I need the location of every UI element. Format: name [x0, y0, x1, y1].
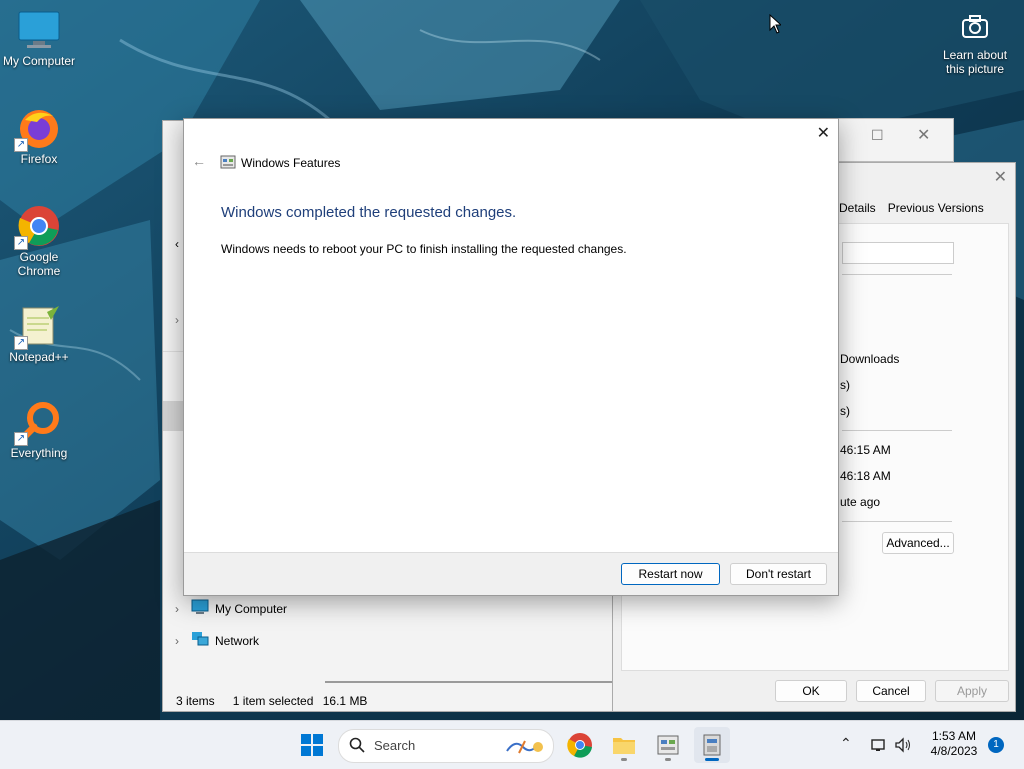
- desktop-icon-notepadpp[interactable]: ↗ Notepad++: [1, 304, 77, 364]
- taskbar-chrome[interactable]: [562, 727, 598, 763]
- monitor-icon: [191, 599, 209, 618]
- desktop-icon-label: Everything: [10, 446, 68, 460]
- dont-restart-button[interactable]: Don't restart: [730, 563, 827, 585]
- close-icon[interactable]: ✕: [917, 125, 930, 145]
- created-value: 46:15 AM: [840, 443, 891, 457]
- running-indicator: [665, 758, 671, 761]
- tree-item-label: Network: [215, 633, 260, 648]
- desktop-icon-firefox[interactable]: ↗ Firefox: [1, 106, 77, 166]
- shortcut-arrow-icon: ↗: [14, 336, 28, 350]
- windows-logo-icon: [301, 734, 323, 756]
- network-status-icon[interactable]: [870, 736, 888, 757]
- status-selected: 1 item selected: [232, 694, 314, 708]
- close-icon[interactable]: ✕: [994, 167, 1007, 187]
- divider: [842, 521, 952, 522]
- tab-previous-versions[interactable]: Previous Versions: [888, 201, 984, 215]
- clock[interactable]: 1:53 AM 4/8/2023: [924, 729, 984, 759]
- dialog-heading: Windows completed the requested changes.: [221, 204, 517, 221]
- taskbar: Search ⌃ 1:53 AM 4/8/2023 1: [0, 720, 1024, 769]
- clock-time: 1:53 AM: [931, 729, 977, 743]
- search-box[interactable]: Search: [338, 729, 554, 763]
- magnifier-icon: ↗: [14, 400, 61, 446]
- desktop-icon-everything[interactable]: ↗ Everything: [1, 400, 77, 460]
- shortcut-arrow-icon: ↗: [14, 236, 28, 250]
- modified-value: 46:18 AM: [840, 469, 891, 483]
- advanced-button[interactable]: Advanced...: [882, 532, 954, 554]
- divider: [163, 351, 185, 352]
- notification-badge[interactable]: 1: [988, 737, 1004, 753]
- status-size: 16.1 MB: [322, 694, 368, 708]
- learn-label: Learn about this picture: [942, 48, 1008, 76]
- restart-now-button[interactable]: Restart now: [621, 563, 720, 585]
- mouse-cursor-icon: [769, 13, 783, 37]
- search-highlight-icon: [505, 735, 547, 760]
- tab-details[interactable]: Details: [839, 201, 876, 215]
- running-indicator: [621, 758, 627, 761]
- chrome-icon: ↗: [14, 204, 61, 250]
- accessed-value: ute ago: [840, 495, 881, 509]
- tree-item-my-computer[interactable]: › My Computer: [175, 599, 287, 618]
- apply-button[interactable]: Apply: [935, 680, 1009, 702]
- dialog-title: Windows Features: [241, 156, 341, 170]
- windows-features-dialog: ✕ ← Windows Features Windows completed t…: [183, 118, 839, 596]
- learn-about-picture[interactable]: Learn about this picture: [936, 12, 1014, 76]
- name-field[interactable]: [842, 242, 954, 264]
- chevron-left-icon[interactable]: ‹: [175, 237, 179, 251]
- location-value: Downloads: [840, 352, 900, 366]
- taskbar-windows-features[interactable]: [650, 727, 686, 763]
- search-placeholder: Search: [374, 738, 416, 753]
- desktop-icon-label: Firefox: [20, 152, 58, 166]
- chevron-right-icon[interactable]: ›: [175, 313, 179, 327]
- start-button[interactable]: [294, 727, 330, 763]
- active-indicator: [705, 758, 719, 761]
- windows-features-icon: [220, 154, 236, 173]
- desktop-icon-label: Google Chrome: [17, 250, 61, 278]
- shortcut-arrow-icon: ↗: [14, 138, 28, 152]
- desktop-icon-chrome[interactable]: ↗ Google Chrome: [1, 204, 77, 278]
- clock-date: 4/8/2023: [930, 744, 978, 758]
- chevron-up-icon[interactable]: ⌃: [840, 735, 852, 752]
- notepadpp-icon: ↗: [14, 304, 61, 350]
- horizontal-scrollbar[interactable]: [325, 681, 615, 683]
- chevron-right-icon: ›: [175, 601, 179, 616]
- tree-item-network[interactable]: › Network: [175, 631, 259, 650]
- firefox-icon: ↗: [14, 106, 61, 152]
- shortcut-arrow-icon: ↗: [14, 432, 28, 446]
- divider: [842, 274, 952, 275]
- status-item-count: 3 items: [176, 694, 215, 708]
- divider: [842, 430, 952, 431]
- maximize-icon[interactable]: ☐: [871, 127, 884, 144]
- size-value: s): [840, 378, 850, 392]
- chevron-right-icon: ›: [175, 633, 179, 648]
- desktop-icon-my-computer[interactable]: My Computer: [1, 8, 77, 68]
- size-on-disk-value: s): [840, 404, 850, 418]
- camera-icon: [936, 12, 1014, 48]
- search-icon: [349, 737, 365, 756]
- chrome-icon: [567, 733, 592, 758]
- cancel-button[interactable]: Cancel: [856, 680, 926, 702]
- dialog-footer: Restart now Don't restart: [184, 552, 838, 595]
- taskbar-active-app[interactable]: [694, 727, 730, 763]
- volume-icon[interactable]: [894, 736, 912, 757]
- network-icon: [191, 631, 209, 650]
- close-icon[interactable]: ✕: [817, 123, 830, 143]
- ok-button[interactable]: OK: [775, 680, 847, 702]
- tree-item-label: My Computer: [215, 601, 288, 616]
- desktop-icon-label: My Computer: [2, 54, 76, 68]
- monitor-icon: [17, 8, 61, 52]
- nav-selection-highlight: [163, 401, 183, 431]
- taskbar-file-explorer[interactable]: [606, 727, 642, 763]
- status-bar: 3 items 1 item selected 16.1 MB: [176, 694, 367, 708]
- back-arrow-icon[interactable]: ←: [192, 153, 206, 169]
- desktop-icon-label: Notepad++: [9, 350, 69, 364]
- dialog-body-text: Windows needs to reboot your PC to finis…: [221, 242, 627, 256]
- tab-strip: Details Previous Versions: [839, 201, 984, 215]
